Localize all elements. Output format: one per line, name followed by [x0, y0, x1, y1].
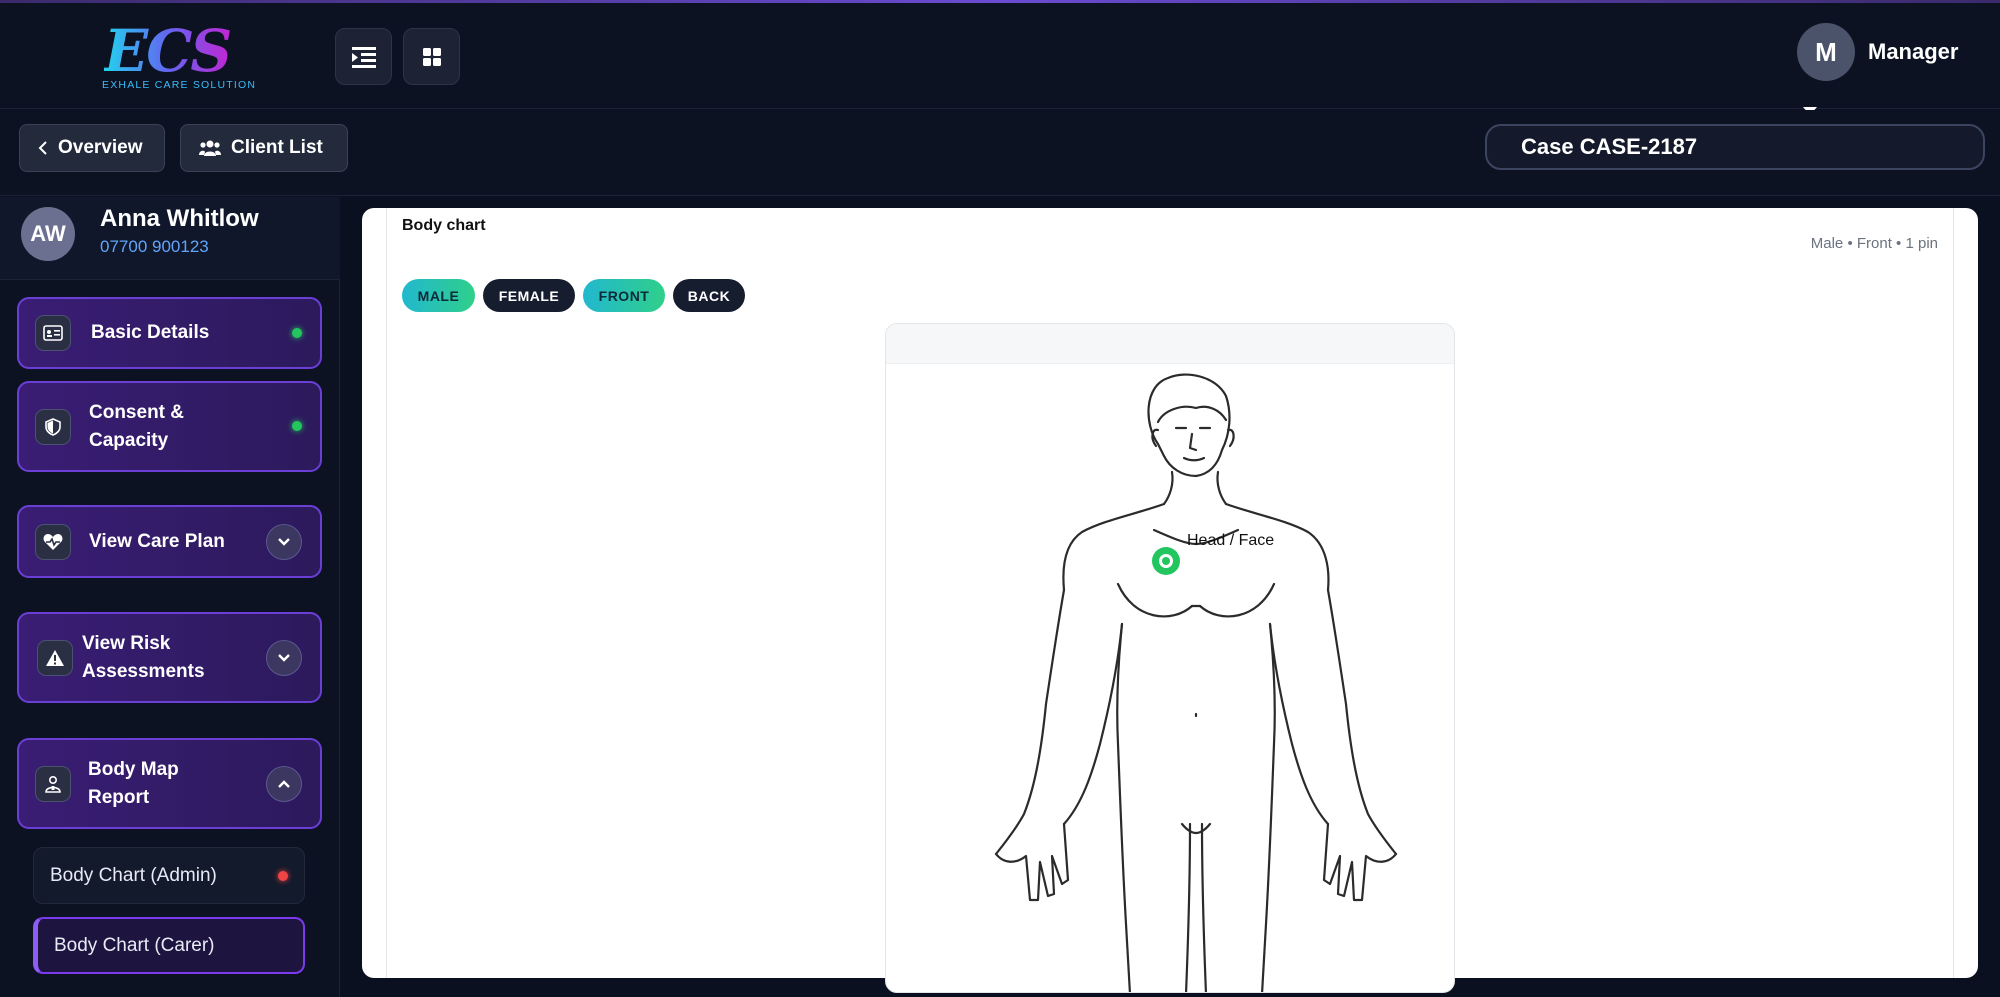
case-selector[interactable]: Case CASE-2187 — [1485, 124, 1985, 170]
user-name[interactable]: Manager — [1868, 39, 1958, 65]
human-body-outline[interactable] — [886, 324, 1455, 993]
sidebar-item-view-risk-assessments[interactable]: View Risk Assessments — [17, 612, 322, 703]
sidebar-item-label: View Risk Assessments — [82, 633, 205, 682]
panel-border-right — [1953, 208, 1954, 978]
sidebar-item-label: Consent & Capacity — [89, 402, 184, 451]
injury-pin-marker[interactable] — [1152, 547, 1180, 575]
sub-item-body-chart-admin[interactable]: Body Chart (Admin) — [33, 847, 305, 904]
panel-border-left — [386, 208, 387, 978]
toggle-female[interactable]: FEMALE — [483, 279, 575, 312]
chevron-left-icon — [38, 141, 47, 155]
status-dot — [292, 421, 302, 431]
body-diagram-card[interactable]: Head / Face — [885, 323, 1455, 993]
client-avatar: AW — [21, 207, 75, 261]
pin-label: Head / Face — [1187, 532, 1275, 549]
grid-icon — [422, 47, 441, 66]
id-card-icon — [35, 315, 71, 351]
chevron-up-icon[interactable] — [266, 766, 302, 802]
shield-icon — [35, 409, 71, 445]
status-dot — [292, 328, 302, 338]
page-title: Body chart — [402, 217, 486, 234]
brand-logo[interactable]: ECS EXHALE CARE SOLUTION — [100, 17, 255, 97]
toggle-back[interactable]: BACK — [673, 279, 745, 312]
pin-center — [1159, 554, 1173, 568]
chevron-down-icon[interactable] — [266, 524, 302, 560]
warning-icon — [37, 640, 73, 676]
sidebar-item-label: Basic Details — [91, 322, 210, 343]
sidebar-item-label: Body Map Report — [88, 759, 179, 808]
client-list-button[interactable]: Client List — [180, 124, 348, 172]
sidebar-item-consent-capacity[interactable]: Consent & Capacity — [17, 381, 322, 472]
body-chart-panel: Body chart Male • Front • 1 pin MALE FEM… — [362, 208, 1978, 993]
sub-item-label: Body Chart (Carer) — [54, 934, 215, 956]
person-icon — [35, 766, 71, 802]
collapse-menu-icon — [351, 46, 376, 68]
app-header: ECS EXHALE CARE SOLUTION M Manager — [0, 3, 2000, 115]
toggle-front[interactable]: FRONT — [583, 279, 665, 312]
client-name: Anna Whitlow — [100, 205, 259, 232]
sidebar: AW Anna Whitlow 07700 900123 Basic Detai… — [0, 197, 340, 997]
status-dot — [278, 871, 288, 881]
collapse-sidebar-button[interactable] — [335, 28, 392, 85]
users-icon — [199, 140, 221, 156]
toggle-male[interactable]: MALE — [402, 279, 475, 312]
sidebar-item-body-map-report[interactable]: Body Map Report — [17, 738, 322, 829]
sidebar-item-label: View Care Plan — [89, 531, 225, 552]
sidebar-item-basic-details[interactable]: Basic Details — [17, 297, 322, 369]
sidebar-item-view-care-plan[interactable]: View Care Plan — [17, 505, 322, 578]
sub-item-label: Body Chart (Admin) — [50, 864, 217, 886]
sub-item-body-chart-carer[interactable]: Body Chart (Carer) — [33, 917, 305, 974]
client-list-label: Client List — [231, 137, 323, 158]
chevron-down-icon[interactable] — [266, 640, 302, 676]
client-phone[interactable]: 07700 900123 — [100, 237, 209, 257]
sub-toolbar: Overview Client List Case CASE-2187 — [0, 110, 2000, 196]
heart-pulse-icon — [35, 524, 71, 560]
logo-tagline: EXHALE CARE SOLUTION — [102, 79, 257, 91]
apps-grid-button[interactable] — [403, 28, 460, 85]
user-avatar[interactable]: M — [1797, 23, 1855, 81]
overview-button[interactable]: Overview — [19, 124, 165, 172]
overview-label: Overview — [58, 137, 143, 158]
logo-mark: ECS — [104, 17, 232, 85]
client-header: AW Anna Whitlow 07700 900123 — [0, 197, 340, 280]
chart-meta: Male • Front • 1 pin — [1810, 235, 1938, 252]
